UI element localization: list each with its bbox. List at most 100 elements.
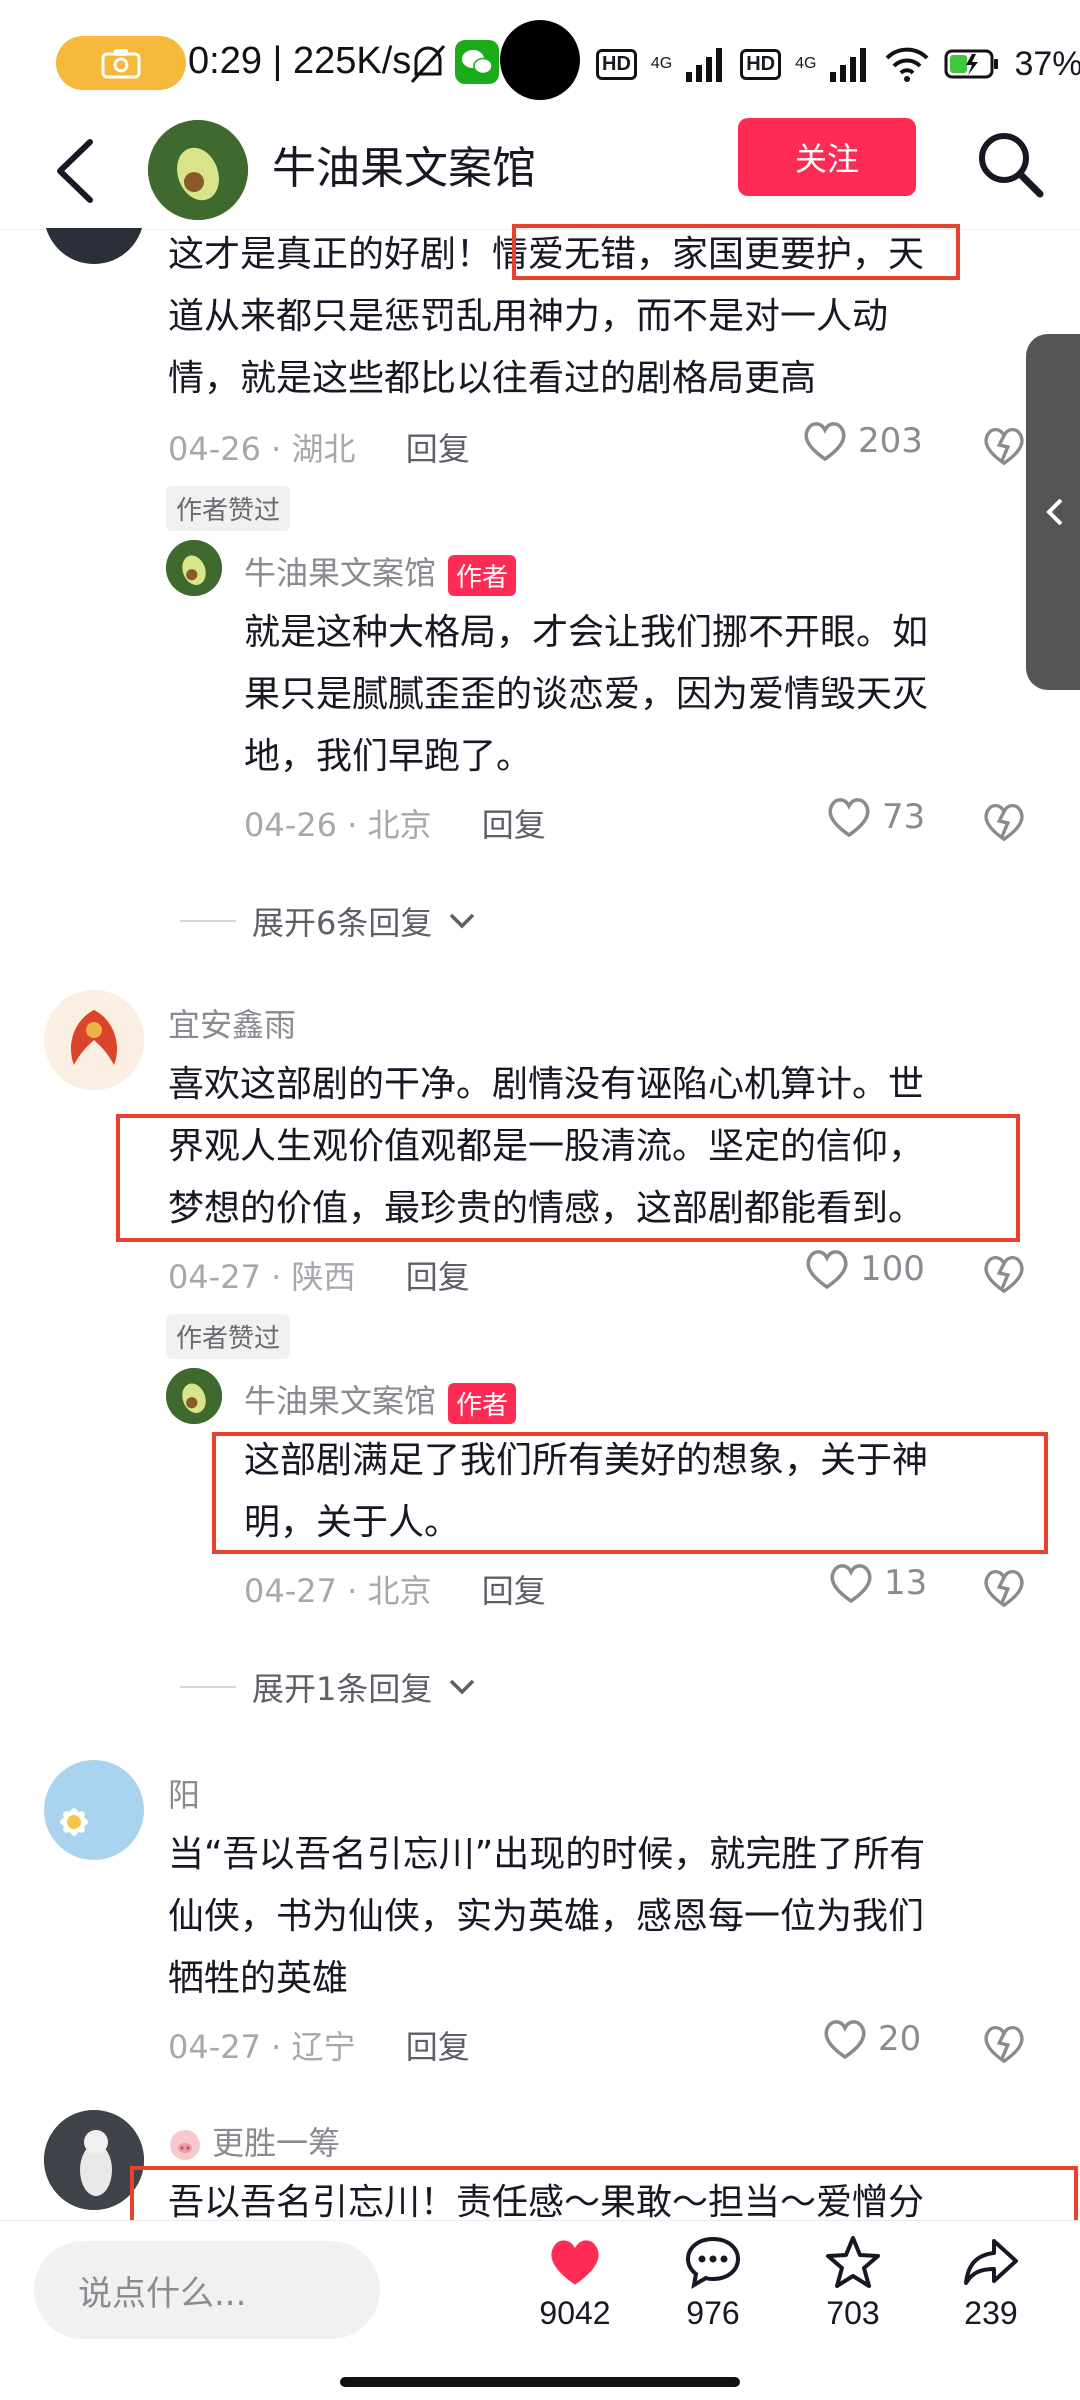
reply-region: 北京: [367, 1572, 432, 1610]
avocado-icon: [166, 540, 222, 596]
divider: [180, 920, 236, 922]
reply-username[interactable]: 牛油果文案馆: [244, 554, 436, 592]
like-button[interactable]: 100: [804, 1248, 925, 1290]
commenter-avatar[interactable]: [44, 1760, 144, 1860]
favorite-button[interactable]: 703: [798, 2235, 908, 2332]
home-indicator[interactable]: [340, 2377, 740, 2387]
pig-emoji-icon: [170, 2130, 200, 2160]
daisy-avatar-icon: [44, 1760, 144, 1860]
reply-line: 就是这种大格局，才会让我们挪不开眼。如: [244, 612, 929, 653]
battery-level: 37%: [1014, 44, 1080, 83]
comment-line: 当“吾以吾名引忘川”出现的时候，就完胜了所有: [168, 1834, 926, 1875]
expand-replies-button[interactable]: 展开6条回复: [180, 898, 476, 944]
commenter-avatar[interactable]: [44, 2110, 144, 2210]
reply-avatar[interactable]: [166, 1368, 222, 1424]
reply-button[interactable]: 回复: [406, 2028, 470, 2066]
account-avatar[interactable]: [148, 120, 248, 220]
screen-record-indicator[interactable]: [56, 36, 186, 90]
comment-username[interactable]: 更胜一筹: [212, 2124, 340, 2162]
network-type-1: 4G: [650, 55, 673, 72]
wifi-icon: [886, 47, 929, 82]
author-liked-badge: 作者赞过: [166, 1314, 291, 1359]
hd-badge: HD: [596, 48, 637, 80]
comment-meta: 04-27 · 陕西 回复: [168, 1258, 470, 1296]
signal-icon-2: [830, 48, 867, 82]
comment-date: 04-27: [168, 2028, 261, 2066]
search-button[interactable]: [972, 126, 1048, 202]
comment-line: 牺牲的英雄: [168, 1958, 349, 1999]
back-arrow-icon: [57, 139, 93, 203]
reply-button[interactable]: 回复: [482, 1572, 546, 1610]
comment-region: 湖北: [291, 430, 356, 468]
heart-outline-icon: [804, 422, 846, 462]
reply-text: 就是这种大格局，才会让我们挪不开眼。如 果只是腻腻歪歪的谈恋爱，因为爱情毁天灭 …: [244, 602, 928, 788]
comment-button[interactable]: 976: [658, 2235, 768, 2332]
comment-region: 辽宁: [291, 2028, 356, 2066]
commenter-avatar[interactable]: [44, 990, 144, 1090]
hd-badge-2: HD: [740, 48, 782, 80]
like-button[interactable]: 13: [828, 1562, 927, 1604]
back-button[interactable]: [46, 126, 106, 216]
comment-bubble-icon: [685, 2236, 741, 2289]
dislike-icon[interactable]: [982, 424, 1026, 468]
share-button[interactable]: 239: [936, 2235, 1046, 2332]
favorite-count: 703: [826, 2295, 880, 2331]
bottom-action-bar: 说点什么... 9042 976 703 239: [0, 2220, 1080, 2400]
network-speed: 225K/s: [292, 40, 412, 82]
comment-line: 情，就是这些都比以往看过的剧格局更高: [168, 358, 817, 399]
reply-button[interactable]: 回复: [406, 430, 470, 468]
share-arrow-icon: [964, 2239, 1018, 2285]
expand-label: 展开6条回复: [252, 904, 433, 942]
dislike-icon[interactable]: [982, 1566, 1026, 1610]
author-liked-badge: 作者赞过: [166, 486, 291, 531]
chevron-left-icon: [1046, 498, 1063, 526]
expand-replies-button[interactable]: 展开1条回复: [180, 1664, 476, 1710]
cat-avatar-icon: [44, 2110, 144, 2210]
status-bar: 0:29 | 225K/s HD 4G HD 4G 37%: [0, 0, 1080, 120]
search-icon: [979, 133, 1044, 198]
reply-region: 北京: [367, 806, 432, 844]
like-count: 100: [860, 1249, 925, 1289]
like-button[interactable]: 73: [826, 796, 925, 838]
dislike-icon[interactable]: [982, 800, 1026, 844]
highlight-box: [212, 1432, 1048, 1554]
like-video-button[interactable]: 9042: [520, 2235, 630, 2332]
comment-line: 道从来都只是惩罚乱用神力，而不是对一人动: [168, 296, 889, 337]
battery-icon: [944, 49, 999, 79]
reply-button[interactable]: 回复: [482, 806, 546, 844]
author-tag: 作者: [448, 1382, 517, 1424]
account-name: 牛油果文案馆: [272, 143, 536, 194]
comment-meta: 04-26 · 湖北 回复: [168, 430, 470, 468]
heart-filled-icon: [551, 2240, 599, 2285]
like-button[interactable]: 20: [822, 2018, 921, 2060]
reply-meta: 04-26 · 北京 回复: [244, 806, 546, 844]
dislike-icon[interactable]: [982, 2022, 1026, 2066]
comment-date: 04-27: [168, 1258, 261, 1296]
avocado-icon: [148, 120, 248, 220]
side-panel-toggle[interactable]: [1026, 334, 1080, 690]
comment-input[interactable]: 说点什么...: [34, 2241, 380, 2339]
comment-username[interactable]: 宜安鑫雨: [168, 1000, 296, 1046]
like-count: 20: [878, 2019, 922, 2059]
reply-username[interactable]: 牛油果文案馆: [244, 1382, 436, 1420]
reply-line: 地，我们早跑了。: [244, 736, 533, 777]
comment-username[interactable]: 阳: [168, 1770, 200, 1816]
reply-avatar[interactable]: [166, 540, 222, 596]
comment-line: 仙侠，书为仙侠，实为英雄，感恩每一位为我们: [168, 1896, 925, 1937]
like-button[interactable]: 203: [802, 420, 923, 462]
reply-username-row: 牛油果文案馆 作者: [244, 548, 517, 596]
reply-date: 04-27: [244, 1572, 337, 1610]
highlight-box: [512, 224, 960, 280]
reply-button[interactable]: 回复: [406, 1258, 470, 1296]
follow-button[interactable]: 关注: [738, 118, 916, 196]
chevron-down-icon: [450, 913, 475, 929]
comment-username-row: 更胜一筹: [168, 2118, 340, 2164]
bell-muted-icon: [410, 45, 446, 83]
author-tag: 作者: [448, 554, 517, 596]
comment-count: 976: [686, 2295, 740, 2331]
expand-label: 展开1条回复: [252, 1670, 433, 1708]
wechat-icon: [455, 40, 499, 84]
dislike-icon[interactable]: [982, 1252, 1026, 1296]
divider: [180, 1686, 236, 1688]
heart-outline-icon: [806, 1250, 848, 1290]
